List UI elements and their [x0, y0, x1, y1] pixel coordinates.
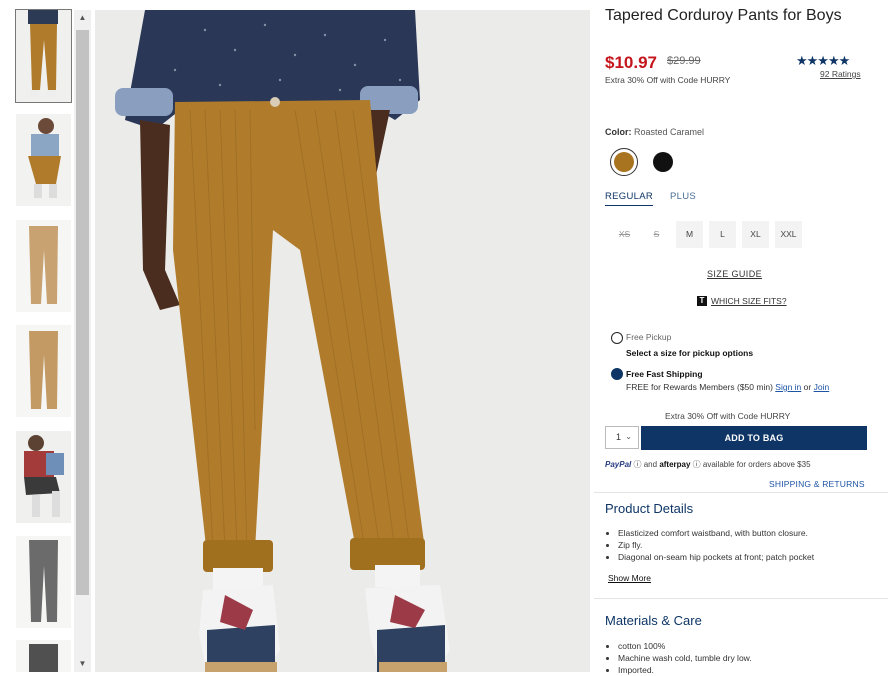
payment-note: available for orders above $35 [702, 460, 811, 469]
thumbnail-3[interactable] [16, 220, 71, 312]
size-guide-link[interactable]: SIZE GUIDE [707, 269, 762, 279]
which-size-fits-label: WHICH SIZE FITS? [711, 295, 787, 306]
quantity-value: 1 [616, 432, 622, 442]
original-price: $29.99 [667, 55, 701, 67]
promo-text: Extra 30% Off with Code HURRY [605, 75, 731, 85]
thumbnail-1[interactable] [15, 9, 72, 103]
scroll-down-icon[interactable]: ▼ [74, 656, 91, 672]
thumbnail-4[interactable] [16, 325, 71, 417]
tab-regular[interactable]: REGULAR [605, 191, 654, 206]
pickup-label: Free Pickup [626, 332, 672, 342]
list-item: Diagonal on-seam hip pockets at front; p… [618, 551, 814, 563]
shipping-note: FREE for Rewards Members ($50 min) Sign … [626, 382, 829, 392]
add-to-bag-button[interactable]: ADD TO BAG [641, 426, 867, 450]
thumbnail-rail: ▲ ▼ [0, 0, 94, 672]
list-item: Elasticized comfort waistband, with butt… [618, 527, 814, 539]
size-xxl[interactable]: XXL [775, 221, 802, 248]
chevron-down-icon: ⌄ [625, 432, 632, 441]
color-label: Color: Roasted Caramel [605, 127, 704, 137]
color-label-prefix: Color: [605, 127, 632, 137]
shipping-note-text: FREE for Rewards Members ($50 min) [626, 382, 773, 392]
product-details-heading: Product Details [605, 501, 694, 516]
size-m[interactable]: M [676, 221, 703, 248]
thumbnail-7[interactable] [16, 640, 71, 672]
size-s[interactable]: S [643, 221, 670, 248]
materials-list: cotton 100% Machine wash cold, tumble dr… [605, 640, 752, 676]
which-size-fits-link[interactable]: T WHICH SIZE FITS? [697, 295, 787, 306]
scrollbar-thumb[interactable] [76, 30, 89, 595]
tab-plus[interactable]: PLUS [670, 191, 696, 202]
list-item: cotton 100% [618, 640, 752, 652]
and-text: and [643, 460, 658, 469]
list-item: Zip fly. [618, 539, 814, 551]
swatch-black[interactable] [653, 152, 673, 172]
thumbnail-scrollbar[interactable]: ▲ ▼ [74, 10, 91, 672]
cart-promo-text: Extra 30% Off with Code HURRY [665, 411, 791, 421]
info-icon[interactable]: ⓘ [693, 460, 701, 469]
scroll-up-icon[interactable]: ▲ [74, 10, 91, 26]
size-l[interactable]: L [709, 221, 736, 248]
or-text: or [803, 382, 812, 392]
pickup-note: Select a size for pickup options [626, 348, 754, 358]
rating-stars-icon[interactable]: ★★★★★ [796, 53, 850, 69]
product-title: Tapered Corduroy Pants for Boys [605, 7, 842, 24]
pickup-radio[interactable] [611, 332, 623, 344]
product-main-image[interactable] [95, 10, 590, 672]
join-link[interactable]: Join [814, 382, 830, 392]
info-icon[interactable]: ⓘ [633, 460, 641, 469]
show-more-link[interactable]: Show More [608, 573, 651, 583]
afterpay-logo: afterpay [659, 460, 691, 469]
thumbnail-6[interactable] [16, 536, 71, 628]
thumbnail-2[interactable] [16, 114, 71, 206]
shipping-radio[interactable] [611, 368, 623, 380]
divider [594, 598, 888, 599]
materials-heading: Materials & Care [605, 613, 702, 628]
shipping-returns-link[interactable]: SHIPPING & RETURNS [769, 479, 865, 489]
size-xs[interactable]: XS [611, 221, 638, 248]
sign-in-link[interactable]: Sign in [775, 382, 801, 392]
color-value: Roasted Caramel [634, 127, 705, 137]
divider [594, 492, 888, 493]
list-item: Machine wash cold, tumble dry low. [618, 652, 752, 664]
quantity-select[interactable]: 1 ⌄ [605, 426, 639, 449]
product-info-panel: Tapered Corduroy Pants for Boys $10.97 $… [594, 0, 888, 675]
product-details-list: Elasticized comfort waistband, with butt… [605, 527, 814, 563]
size-xl[interactable]: XL [742, 221, 769, 248]
sale-price: $10.97 [605, 53, 657, 72]
list-item: Imported. [618, 664, 752, 676]
thumbnail-5[interactable] [16, 431, 71, 523]
shipping-label: Free Fast Shipping [626, 369, 703, 379]
payment-options: PayPal ⓘ and afterpay ⓘ available for or… [605, 459, 811, 470]
swatch-roasted-caramel[interactable] [614, 152, 634, 172]
ratings-link[interactable]: 92 Ratings [820, 69, 861, 79]
true-fit-icon: T [697, 295, 707, 306]
paypal-logo: PayPal [605, 460, 632, 469]
